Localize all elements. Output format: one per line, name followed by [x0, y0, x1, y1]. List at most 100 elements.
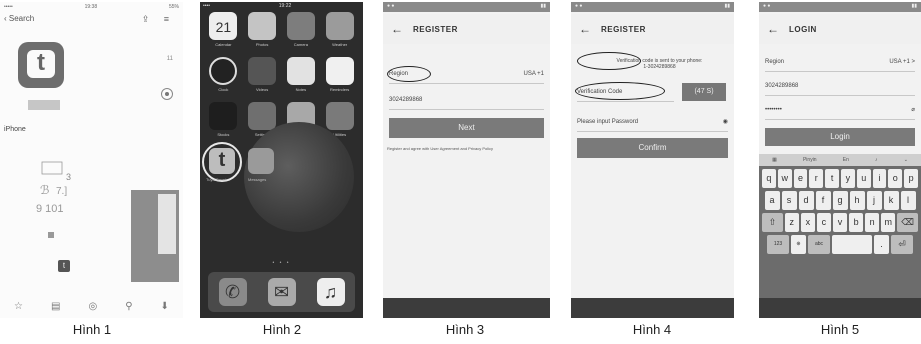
- key[interactable]: o: [888, 169, 903, 188]
- key[interactable]: l: [900, 191, 916, 210]
- key[interactable]: d: [798, 191, 814, 210]
- header: ← REGISTER: [383, 14, 550, 44]
- nav-bar: [759, 298, 921, 318]
- search-icon[interactable]: ⚲: [125, 301, 132, 312]
- countdown-button[interactable]: (47 S): [682, 83, 726, 101]
- notes-app[interactable]: Notes: [282, 57, 321, 92]
- key[interactable]: i: [872, 169, 887, 188]
- key[interactable]: q: [762, 169, 776, 188]
- header: ← REGISTER: [571, 14, 734, 44]
- backspace-key[interactable]: ⌫: [897, 213, 918, 232]
- kb-en[interactable]: En: [843, 157, 849, 163]
- photos-icon: [248, 12, 277, 40]
- weather-app[interactable]: Weather: [320, 12, 359, 47]
- redacted-app-name: [28, 100, 60, 110]
- eye-icon[interactable]: ⌀: [911, 106, 915, 113]
- mic-icon[interactable]: ♪: [875, 157, 878, 163]
- calendar-app[interactable]: 21 Calendar: [204, 12, 243, 47]
- key[interactable]: p: [904, 169, 918, 188]
- phone-icon[interactable]: ✆: [218, 278, 247, 306]
- key[interactable]: c: [816, 213, 831, 232]
- shift-key[interactable]: ⇧: [762, 213, 783, 232]
- key[interactable]: e: [793, 169, 808, 188]
- tuya-app-icon: t: [18, 42, 64, 88]
- login-button[interactable]: Login: [765, 128, 915, 146]
- dock: ✆ ✉ ♫: [208, 272, 355, 312]
- key[interactable]: z: [784, 213, 799, 232]
- phone-input[interactable]: 3024289868: [765, 76, 915, 96]
- key[interactable]: f: [815, 191, 831, 210]
- download-icon[interactable]: ⬇: [161, 301, 169, 312]
- key[interactable]: s: [781, 191, 797, 210]
- tuya-app-label: Tuya Smart: [206, 177, 227, 182]
- page-title: REGISTER: [601, 24, 646, 34]
- photos-app[interactable]: Photos: [243, 12, 282, 47]
- stocks-app[interactable]: Stocks: [204, 102, 243, 137]
- key[interactable]: n: [865, 213, 880, 232]
- folder-icon: [325, 102, 354, 130]
- star-icon[interactable]: ☆: [14, 301, 23, 312]
- back-arrow-icon[interactable]: ←: [391, 22, 403, 36]
- figure-1-app-store: ••••• 19:38 55% ‹ Search ⇪ ≡ t 11 iPhone…: [0, 2, 183, 318]
- eye-icon[interactable]: ◉: [723, 118, 728, 125]
- password-input[interactable]: Please input Password ◉: [577, 112, 728, 132]
- download-icon[interactable]: [161, 88, 173, 100]
- enter-key[interactable]: ⏎: [891, 235, 913, 254]
- tuya-app-icon[interactable]: t: [209, 148, 235, 174]
- key[interactable]: t: [825, 169, 839, 188]
- password-input[interactable]: •••••••• ⌀: [765, 100, 915, 120]
- chevron-down-icon[interactable]: ⌄: [904, 157, 908, 163]
- calendar-icon: 21: [209, 12, 238, 40]
- agreement-text[interactable]: Register and agree with User Agreement a…: [387, 146, 546, 151]
- key[interactable]: w: [777, 169, 792, 188]
- phone-input[interactable]: 3024289868: [389, 90, 544, 110]
- figure-3-register: ● ● ▮▮ ← REGISTER Region USA +1 302428986…: [383, 2, 550, 318]
- status-bar: •••• 19:22: [203, 3, 360, 9]
- back-arrow-icon[interactable]: ←: [579, 22, 591, 36]
- messages-icon[interactable]: [248, 148, 274, 174]
- updates-icon[interactable]: ◎: [88, 301, 97, 312]
- messages-app-label: Messages: [248, 177, 267, 182]
- videos-app[interactable]: Videos: [243, 57, 282, 92]
- next-button[interactable]: Next: [389, 118, 544, 138]
- password-placeholder: Please input Password: [577, 118, 639, 125]
- nav-bar: [571, 298, 734, 318]
- period-key[interactable]: .: [874, 235, 889, 254]
- key[interactable]: a: [764, 191, 780, 210]
- page-title: LOGIN: [789, 24, 817, 34]
- nav-bar: [383, 298, 550, 318]
- share-icon[interactable]: ⇪ ≡: [142, 14, 175, 25]
- kb-pinyin[interactable]: Pinyin: [803, 157, 817, 163]
- figure-5-login: ● ● ▮▮ ← LOGIN Region USA +1 > 3024289868…: [759, 2, 921, 318]
- region-row[interactable]: Region USA +1 >: [765, 52, 915, 72]
- reminders-app[interactable]: Reminders: [320, 57, 359, 92]
- abc-key[interactable]: abc: [808, 235, 830, 254]
- grid-icon[interactable]: ▦: [772, 157, 777, 163]
- camera-app[interactable]: Camera: [282, 12, 321, 47]
- app-grid: 21 Calendar Photos Camera Weather Clock …: [204, 12, 359, 137]
- space-key[interactable]: [832, 235, 872, 254]
- music-icon[interactable]: ♫: [316, 278, 345, 306]
- key[interactable]: b: [849, 213, 864, 232]
- tuya-small-icon: t: [58, 260, 70, 272]
- key[interactable]: j: [866, 191, 882, 210]
- apps-icon[interactable]: ▤: [51, 301, 60, 312]
- confirm-button[interactable]: Confirm: [577, 138, 728, 158]
- lang-key[interactable]: ⊕: [791, 235, 806, 254]
- key[interactable]: g: [832, 191, 848, 210]
- key[interactable]: x: [800, 213, 815, 232]
- key[interactable]: h: [849, 191, 865, 210]
- key[interactable]: m: [881, 213, 896, 232]
- key[interactable]: y: [841, 169, 855, 188]
- clock-app[interactable]: Clock: [204, 57, 243, 92]
- numbers-key[interactable]: 123: [767, 235, 789, 254]
- key[interactable]: k: [883, 191, 899, 210]
- key[interactable]: u: [856, 169, 871, 188]
- app-preview-sketch: 3 ℬ 7.] 9 101: [36, 161, 71, 238]
- key[interactable]: v: [832, 213, 848, 232]
- camera-icon: [286, 12, 315, 40]
- key[interactable]: r: [809, 169, 824, 188]
- mail-icon[interactable]: ✉: [267, 278, 296, 306]
- back-arrow-icon[interactable]: ←: [767, 22, 779, 36]
- back-button[interactable]: ‹ Search: [4, 14, 34, 23]
